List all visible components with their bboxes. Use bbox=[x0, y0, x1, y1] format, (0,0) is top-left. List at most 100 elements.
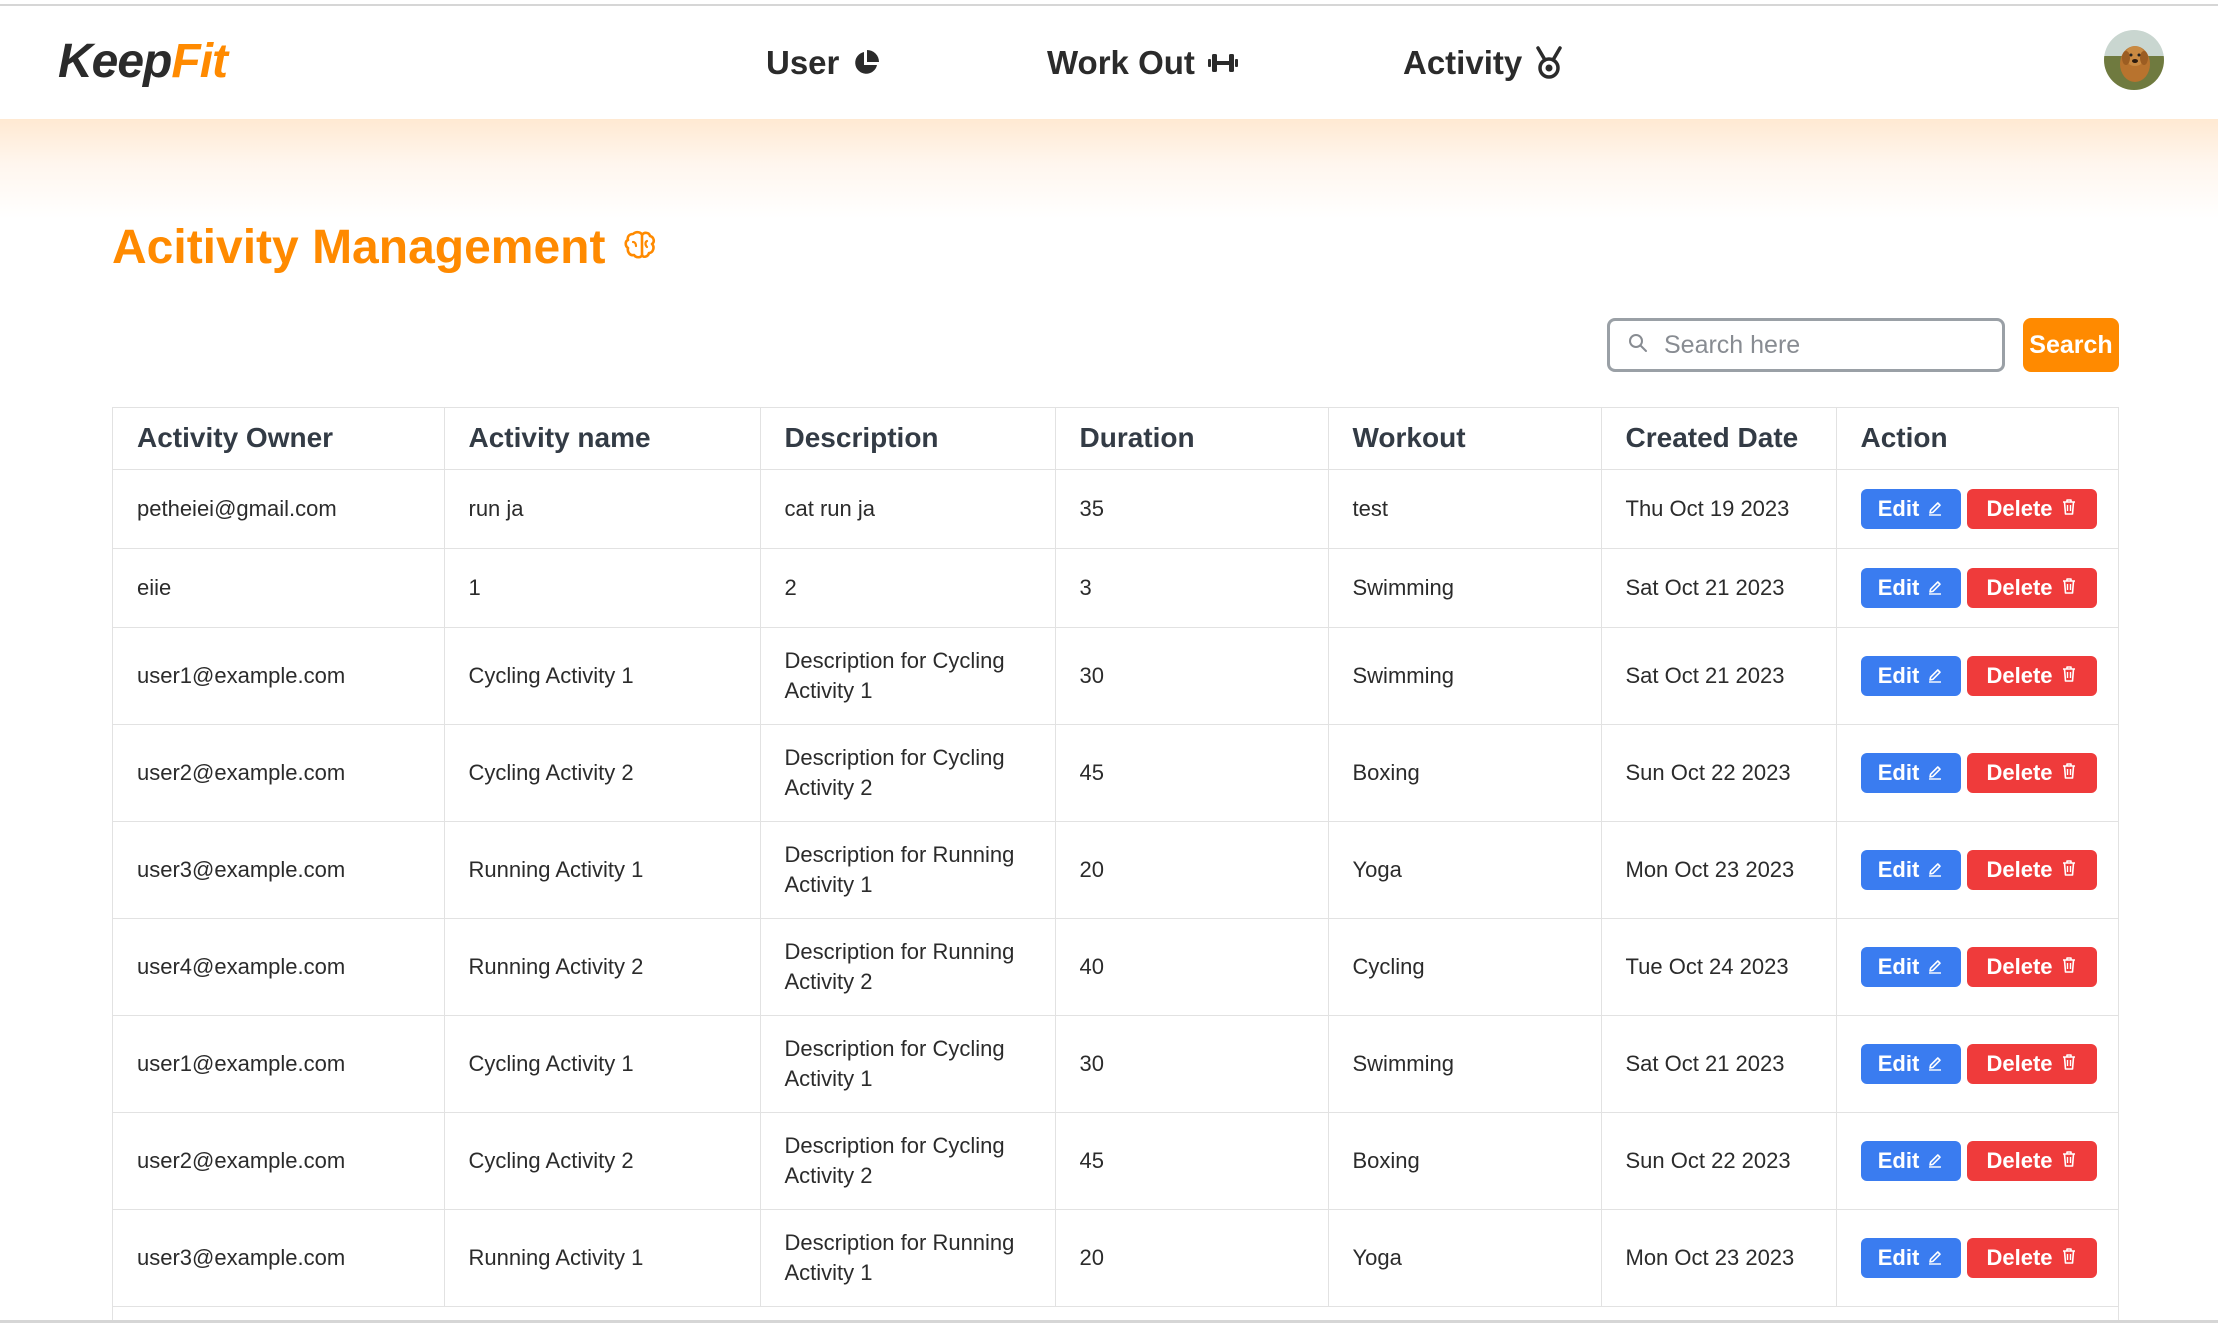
cell-action: Edit Delete bbox=[1836, 724, 2118, 822]
table-row: petheiei@gmail.com run ja cat run ja 35 test… bbox=[113, 469, 2118, 549]
edit-button[interactable]: Edit bbox=[1860, 946, 1961, 987]
edit-button[interactable]: Edit bbox=[1860, 1237, 1961, 1278]
nav-item-activity[interactable]: Activity bbox=[1403, 44, 1564, 82]
delete-button[interactable]: Delete bbox=[1966, 1043, 2097, 1084]
column-header-duration[interactable]: Duration bbox=[1055, 408, 1329, 470]
pencil-icon bbox=[1927, 954, 1943, 980]
column-header-activity-owner[interactable]: Activity Owner bbox=[113, 408, 445, 470]
table-row: user3@example.com Running Activity 1 Descr… bbox=[113, 1209, 2118, 1307]
table-row: user1@example.com Cycling Activity 1 Descr… bbox=[113, 627, 2118, 725]
cell-activity-owner: petheiei@gmail.com bbox=[113, 469, 445, 549]
cell-created-date: Tue Oct 24 2023 bbox=[1601, 918, 1837, 1016]
table-row: eiie 1 2 3 Swimming Sat Oct 21 2023 Edit Delete bbox=[113, 548, 2118, 628]
delete-button[interactable]: Delete bbox=[1966, 488, 2097, 529]
edit-button[interactable]: Edit bbox=[1860, 752, 1961, 793]
avatar[interactable] bbox=[2104, 30, 2164, 90]
column-header-description[interactable]: Description bbox=[760, 408, 1056, 470]
cell-duration: 40 bbox=[1055, 918, 1329, 1016]
trash-icon bbox=[2061, 1148, 2077, 1174]
cell-created-date: Thu Oct 19 2023 bbox=[1601, 469, 1837, 549]
edit-button[interactable]: Edit bbox=[1860, 655, 1961, 696]
cell-activity-owner: user1@example.com bbox=[113, 1015, 445, 1113]
delete-button-label: Delete bbox=[1986, 495, 2053, 521]
cell-created-date: Mon Oct 23 2023 bbox=[1601, 821, 1837, 919]
pencil-icon bbox=[1927, 760, 1943, 786]
row-actions: Edit Delete bbox=[1860, 1140, 2111, 1181]
cell-activity-name: 1 bbox=[444, 548, 761, 628]
table-row: user2@example.com Cycling Activity 2 Descr… bbox=[113, 724, 2118, 822]
row-actions: Edit Delete bbox=[1860, 849, 2111, 890]
edit-button[interactable]: Edit bbox=[1860, 488, 1961, 529]
edit-button[interactable]: Edit bbox=[1860, 1043, 1961, 1084]
trash-icon bbox=[2061, 1051, 2077, 1077]
pencil-icon bbox=[1927, 857, 1943, 883]
pie-chart-icon bbox=[851, 48, 881, 78]
edit-button[interactable]: Edit bbox=[1860, 1140, 1961, 1181]
brain-icon bbox=[623, 228, 657, 267]
edit-button[interactable]: Edit bbox=[1860, 567, 1961, 608]
cell-description: Description for Cycling Activity 1 bbox=[760, 1015, 1056, 1113]
cell-workout: Yoga bbox=[1328, 1209, 1602, 1307]
nav-item-workout-label: Work Out bbox=[1047, 44, 1195, 81]
cell-activity-name: Running Activity 1 bbox=[444, 1209, 761, 1307]
cell-description: Description for Cycling Activity 2 bbox=[760, 1112, 1056, 1210]
cell-activity-owner: user4@example.com bbox=[113, 918, 445, 1016]
cell-activity-owner: user3@example.com bbox=[113, 1209, 445, 1307]
cell-duration: 35 bbox=[1055, 469, 1329, 549]
cell-created-date: Sat Oct 21 2023 bbox=[1601, 627, 1837, 725]
brand-logo[interactable]: KeepFit bbox=[58, 34, 228, 89]
cell-action: Edit Delete bbox=[1836, 1209, 2118, 1307]
cell-workout: Cycling bbox=[1328, 918, 1602, 1016]
delete-button-label: Delete bbox=[1986, 574, 2053, 600]
delete-button[interactable]: Delete bbox=[1966, 655, 2097, 696]
column-header-activity-name[interactable]: Activity name bbox=[444, 408, 761, 470]
delete-button-label: Delete bbox=[1986, 1147, 2053, 1173]
page-title-text: Acitivity Management bbox=[112, 221, 606, 274]
delete-button[interactable]: Delete bbox=[1966, 567, 2097, 608]
search-box bbox=[1607, 318, 2005, 372]
cell-action: Edit Delete bbox=[1836, 548, 2118, 628]
cell-activity-owner: user2@example.com bbox=[113, 1112, 445, 1210]
cell-description: Description for Cycling Activity 1 bbox=[760, 627, 1056, 725]
search-input[interactable] bbox=[1664, 330, 1984, 360]
delete-button-label: Delete bbox=[1986, 856, 2053, 882]
cell-duration: 45 bbox=[1055, 724, 1329, 822]
column-header-created-date[interactable]: Created Date bbox=[1601, 408, 1837, 470]
cell-duration: 20 bbox=[1055, 1209, 1329, 1307]
delete-button[interactable]: Delete bbox=[1966, 849, 2097, 890]
row-actions: Edit Delete bbox=[1860, 488, 2111, 529]
activity-table-container: Activity Owner Activity name Description… bbox=[112, 407, 2119, 1323]
edit-button-label: Edit bbox=[1877, 856, 1920, 882]
delete-button[interactable]: Delete bbox=[1966, 946, 2097, 987]
cell-activity-name: run ja bbox=[444, 469, 761, 549]
cell-activity-name: Running Activity 2 bbox=[444, 918, 761, 1016]
activity-table: Activity Owner Activity name Description… bbox=[113, 408, 2118, 1307]
edit-button-label: Edit bbox=[1877, 1147, 1920, 1173]
row-actions: Edit Delete bbox=[1860, 1237, 2111, 1278]
delete-button[interactable]: Delete bbox=[1966, 752, 2097, 793]
edit-button[interactable]: Edit bbox=[1860, 849, 1961, 890]
delete-button[interactable]: Delete bbox=[1966, 1140, 2097, 1181]
cell-created-date: Mon Oct 23 2023 bbox=[1601, 1209, 1837, 1307]
edit-button-label: Edit bbox=[1877, 1050, 1920, 1076]
cell-activity-name: Cycling Activity 1 bbox=[444, 1015, 761, 1113]
cell-workout: test bbox=[1328, 469, 1602, 549]
delete-button-label: Delete bbox=[1986, 1244, 2053, 1270]
cell-created-date: Sun Oct 22 2023 bbox=[1601, 1112, 1837, 1210]
cell-activity-owner: user1@example.com bbox=[113, 627, 445, 725]
table-header-row: Activity Owner Activity name Description… bbox=[113, 408, 2118, 470]
edit-button-label: Edit bbox=[1877, 495, 1920, 521]
cell-workout: Swimming bbox=[1328, 627, 1602, 725]
edit-button-label: Edit bbox=[1877, 953, 1920, 979]
nav-item-workout[interactable]: Work Out bbox=[1047, 44, 1239, 82]
nav-item-user[interactable]: User bbox=[766, 44, 881, 82]
cell-duration: 45 bbox=[1055, 1112, 1329, 1210]
page-title: Acitivity Management bbox=[112, 220, 657, 275]
search-button[interactable]: Search bbox=[2023, 318, 2119, 372]
cell-activity-name: Running Activity 1 bbox=[444, 821, 761, 919]
row-actions: Edit Delete bbox=[1860, 946, 2111, 987]
cell-activity-owner: user3@example.com bbox=[113, 821, 445, 919]
search-icon bbox=[1628, 333, 1648, 358]
column-header-workout[interactable]: Workout bbox=[1328, 408, 1602, 470]
delete-button[interactable]: Delete bbox=[1966, 1237, 2097, 1278]
